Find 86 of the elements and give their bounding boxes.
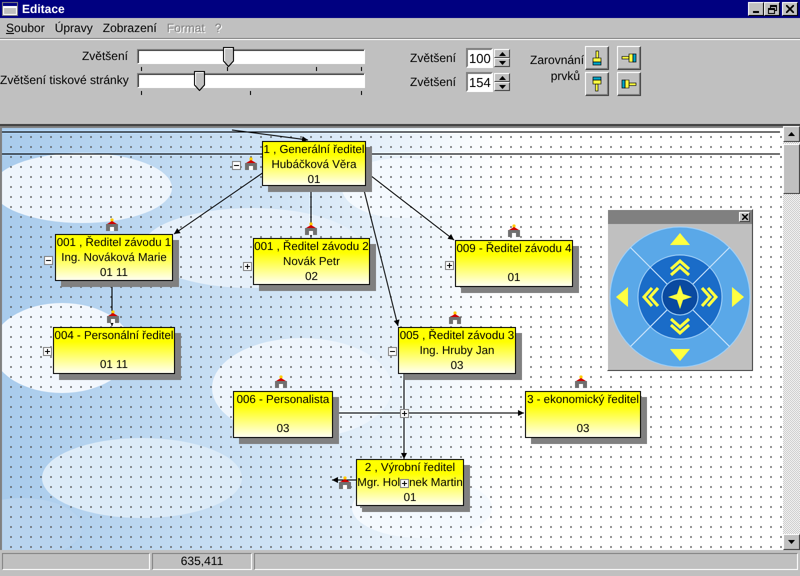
up-arrow-icon bbox=[788, 132, 795, 136]
slider-tick bbox=[360, 67, 362, 71]
node-title: 009 - Ředitel závodu 4 bbox=[456, 242, 572, 257]
slider-thumb[interactable] bbox=[223, 47, 234, 67]
node-code: 01 bbox=[404, 491, 416, 506]
node-code: 01 11 bbox=[100, 266, 128, 281]
collapse-toggle[interactable] bbox=[388, 347, 397, 356]
align-bottom-button[interactable] bbox=[585, 72, 610, 96]
down-arrow-icon bbox=[788, 540, 795, 544]
align-left-button[interactable] bbox=[617, 46, 642, 70]
spinner-label: Zvětšení bbox=[410, 75, 456, 89]
scroll-up-button[interactable] bbox=[783, 126, 800, 142]
node-title: 004 - Personální ředitel bbox=[54, 329, 174, 344]
spin-buttons[interactable] bbox=[493, 48, 512, 68]
zoom-slider[interactable] bbox=[137, 73, 365, 88]
slider-tick bbox=[227, 67, 228, 71]
node-title: 1 , Generální ředitel bbox=[263, 143, 364, 158]
down-arrow-icon[interactable] bbox=[498, 60, 506, 64]
node-code: 01 11 bbox=[100, 358, 128, 373]
scrollbar[interactable] bbox=[783, 126, 800, 550]
node-code: 03 bbox=[576, 422, 590, 437]
down-arrow-icon[interactable] bbox=[498, 84, 506, 88]
node-name: nek Martin bbox=[409, 476, 463, 491]
node-code: 03 bbox=[276, 422, 290, 437]
collapse-toggle[interactable] bbox=[44, 256, 53, 265]
zoom-slider[interactable] bbox=[137, 49, 365, 64]
node-title: 001 , Ředitel závodu 1 bbox=[56, 236, 172, 251]
status-coordinates: 635,411 bbox=[152, 553, 252, 570]
node-title: 001 , Ředitel závodu 2 bbox=[254, 240, 369, 255]
expand-toggle[interactable] bbox=[400, 409, 409, 418]
node-name: Ing. Nováková Marie bbox=[61, 251, 167, 266]
collapse-toggle[interactable] bbox=[232, 161, 241, 170]
restore-button[interactable] bbox=[764, 2, 780, 16]
house-icon bbox=[106, 310, 120, 323]
zoom-field[interactable]: 154 bbox=[466, 72, 494, 92]
house-icon bbox=[448, 311, 462, 324]
expand-toggle[interactable] bbox=[243, 262, 252, 271]
scroll-down-button[interactable] bbox=[783, 534, 800, 550]
spin-buttons[interactable] bbox=[493, 72, 512, 92]
node-name: Hubáčková Věra bbox=[271, 158, 357, 173]
slider-label: Zvětšení bbox=[80, 49, 128, 65]
restore-icon bbox=[768, 4, 776, 14]
house-icon bbox=[105, 218, 119, 231]
expand-toggle[interactable] bbox=[445, 261, 454, 270]
node-title: 006 - Personalista bbox=[236, 393, 330, 408]
zoom-field[interactable]: 100 bbox=[466, 48, 494, 68]
node-title: 2 , Výrobní ředitel bbox=[364, 461, 456, 476]
close-button[interactable] bbox=[739, 212, 750, 222]
slider-tick bbox=[140, 91, 142, 95]
node-code: 02 bbox=[305, 270, 318, 285]
node-code: 01 bbox=[508, 271, 520, 286]
node-title: 3 - ekonomický ředitel bbox=[527, 393, 639, 408]
align-top-button[interactable] bbox=[585, 46, 610, 70]
menu-item[interactable]: Soubor bbox=[1, 21, 50, 35]
minimize-button[interactable] bbox=[748, 2, 764, 16]
slider-tick bbox=[140, 67, 142, 71]
node-code: 01 bbox=[308, 173, 320, 188]
slider-tick bbox=[316, 67, 318, 71]
align-right-button[interactable] bbox=[617, 72, 642, 96]
close-button[interactable] bbox=[782, 2, 798, 16]
slider-label: Zvětšení tiskové stránky bbox=[0, 73, 128, 89]
house-icon bbox=[274, 375, 288, 388]
spinner-label: Zvětšení bbox=[410, 51, 456, 65]
scroll-thumb[interactable] bbox=[783, 144, 800, 194]
window-title: Editace bbox=[22, 2, 66, 16]
slider-thumb[interactable] bbox=[194, 71, 206, 91]
house-icon bbox=[244, 157, 258, 170]
expand-toggle[interactable] bbox=[43, 347, 52, 356]
slider-tick bbox=[250, 91, 251, 95]
up-arrow-icon[interactable] bbox=[498, 52, 506, 56]
house-icon bbox=[507, 224, 521, 237]
menu-item[interactable]: Zobrazení bbox=[98, 21, 162, 35]
menu-item[interactable]: Úpravy bbox=[50, 21, 98, 35]
node-name: Ing. Hruby Jan bbox=[420, 344, 494, 359]
up-arrow-icon[interactable] bbox=[498, 76, 506, 80]
house-icon bbox=[574, 375, 588, 388]
node-code: 03 bbox=[450, 359, 464, 374]
expand-toggle[interactable] bbox=[400, 479, 410, 488]
close-icon bbox=[742, 214, 748, 220]
slider-tick bbox=[360, 91, 362, 95]
node-name: Mgr. Hol bbox=[357, 476, 400, 491]
close-icon bbox=[786, 5, 794, 13]
house-icon bbox=[304, 222, 318, 235]
node-title: 005 , Ředitel závodu 3 bbox=[400, 329, 514, 344]
node-name: Novák Petr bbox=[283, 255, 340, 270]
house-icon bbox=[338, 476, 352, 489]
